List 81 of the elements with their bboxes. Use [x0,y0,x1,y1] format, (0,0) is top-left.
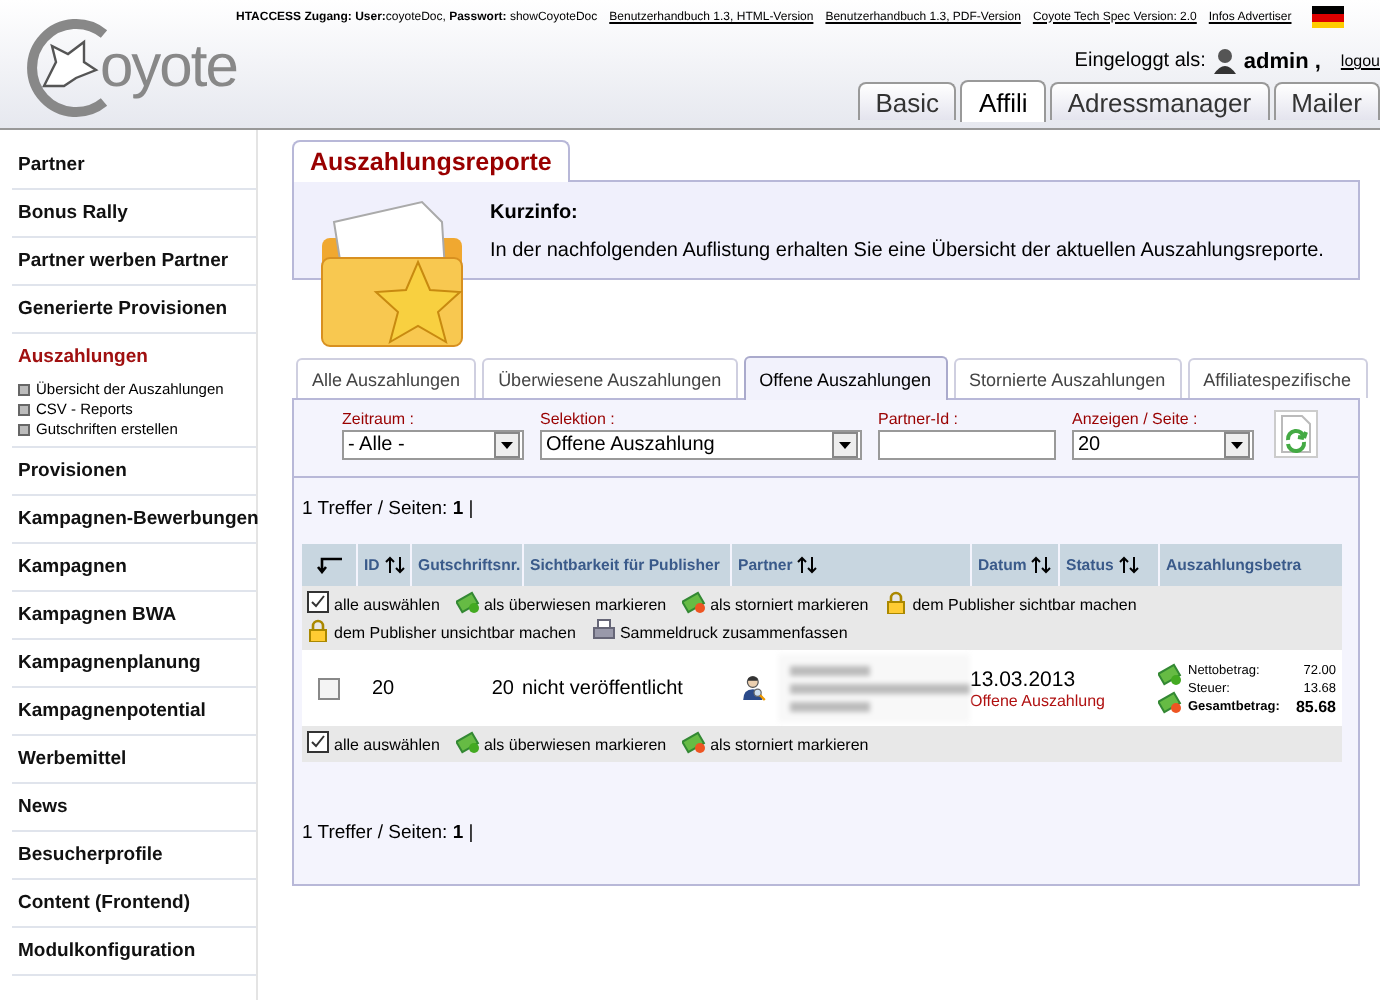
logout-link[interactable]: logou [1340,52,1380,70]
money-cancel-icon [682,730,707,754]
sidebar-item[interactable]: Auszahlungen [12,334,256,380]
action-link[interactable]: als storniert markieren [682,596,869,614]
dropdown[interactable]: 20 [1072,430,1254,460]
sidebar-item[interactable]: Partner [12,142,256,190]
money-check-icon[interactable] [1158,662,1182,686]
dropdown[interactable]: Offene Auszahlung [540,430,862,460]
select-all-icon [306,590,330,614]
main-tab[interactable]: Basic [857,82,957,120]
filter-label: Zeitraum : [342,410,417,428]
result-summary: 1 Treffer / Seiten: 1 | [302,498,476,520]
report-tab[interactable]: Affiliatespezifische [1187,358,1367,398]
main-tab[interactable]: Adressmanager [1049,82,1270,120]
lock-icon [306,618,330,642]
refresh-button[interactable] [1274,410,1318,458]
amount-value: 85.68 [1295,697,1336,715]
lock-icon [884,590,909,614]
action-link[interactable]: als überwiesen markieren [455,736,667,754]
sidebar-item[interactable]: News [12,784,256,832]
main-tab[interactable]: Mailer [1273,82,1380,120]
sidebar-item[interactable]: Kampagnen [12,544,256,592]
printer-icon [591,618,616,642]
login-label: Eingeloggt als: [1074,50,1206,72]
action-link[interactable]: alle auswählen [306,596,440,614]
input-field[interactable] [878,430,1056,460]
row-checkbox[interactable] [318,677,340,699]
sort-icon [1117,556,1140,574]
sort-icon [383,556,406,574]
action-link[interactable]: dem Publisher unsichtbar machen [306,624,576,642]
filter-label: Partner-Id : [878,410,961,428]
bullet-icon [18,384,30,396]
info-title: Kurzinfo: [490,202,580,224]
sidebar-item[interactable]: Kampagnen BWA [12,592,256,640]
payout-date: 13.03.2013 [970,667,1076,691]
bullet-icon [18,404,30,416]
sort-icon [796,556,819,574]
filter-label: Selektion : [540,410,617,428]
table-cell-text: 20 [489,677,516,699]
report-tab[interactable]: Alle Auszahlungen [296,358,477,398]
action-link[interactable]: dem Publisher sichtbar machen [884,596,1137,614]
sidebar-item[interactable]: Generierte Provisionen [12,286,256,334]
logo-text: oyote [100,34,237,102]
money-check-icon [455,730,480,754]
sidebar-item[interactable]: Kampagnen-Bewerbungen [12,496,256,544]
flag-icon[interactable] [1311,6,1344,28]
page-title: Auszahlungsreporte [292,140,570,182]
sidebar-item[interactable]: Besucherprofile [12,832,256,880]
report-tab[interactable]: Stornierte Auszahlungen [953,358,1182,398]
action-link[interactable]: als storniert markieren [682,736,869,754]
user-icon [1213,48,1236,74]
filter-label: Anzeigen / Seite : [1072,410,1200,428]
action-link[interactable]: alle auswählen [306,736,440,754]
login-user: admin , [1243,49,1321,73]
sidebar-item[interactable]: Kampagnenplanung [12,640,256,688]
table-cell-text: nicht veröffentlicht [522,677,685,699]
bullet-icon [18,424,30,436]
sidebar-item[interactable]: Partner werben Partner [12,238,256,286]
sidebar-item[interactable]: Modulkonfiguration [12,928,256,976]
dropdown[interactable]: - Alle - [342,430,524,460]
sidebar-item[interactable]: Content (Frontend) [12,880,256,928]
report-tab[interactable]: Offene Auszahlungen [743,356,948,400]
action-link[interactable]: Sammeldruck zusammenfassen [591,624,848,642]
table-cell-text: 20 [369,677,397,699]
info-text: In der nachfolgenden Auflistung erhalten Sie eine Übersicht der aktuellen Auszahlungsreporte. [490,240,1324,262]
sidebar-item[interactable]: Bonus Rally [12,190,256,238]
money-check-icon [455,590,480,614]
sidebar-item[interactable]: Werbemittel [12,736,256,784]
bend-arrow-icon [315,556,343,574]
select-all-icon [306,730,330,754]
refresh-icon [1278,414,1314,454]
sidebar-item[interactable]: Provisionen [12,448,256,496]
money-cancel-icon [682,590,707,614]
money-cancel-icon[interactable] [1158,690,1182,714]
report-tab[interactable]: Überwiesene Auszahlungen [482,358,738,398]
payout-status: Offene Auszahlung [970,691,1105,709]
action-link[interactable]: als überwiesen markieren [455,596,667,614]
result-summary: 1 Treffer / Seiten: 1 | [302,822,476,844]
sidebar-item[interactable]: Kampagnenpotential [12,688,256,736]
main-tab[interactable]: Affili [960,80,1046,122]
sort-icon [1030,556,1053,574]
